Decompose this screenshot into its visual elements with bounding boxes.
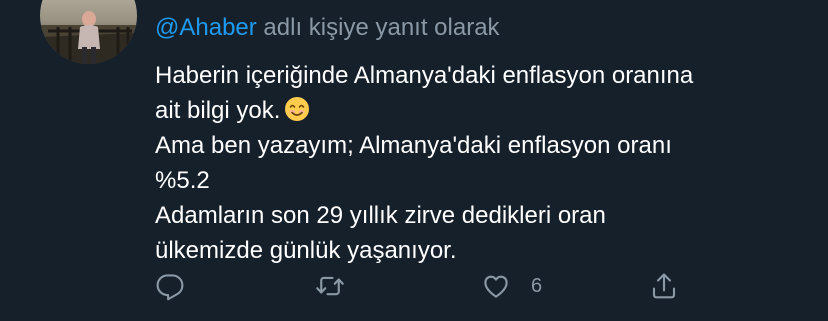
retweet-button[interactable] <box>315 270 345 302</box>
tweet-line: ülkemizde günlük yaşanıyor. <box>155 237 457 264</box>
tweet-line: Adamların son 29 yıllık zirve dedikleri … <box>155 202 606 229</box>
tweet-line: %5.2 <box>155 167 210 194</box>
like-count: 6 <box>531 274 543 297</box>
mention-link[interactable]: @Ahaber <box>155 14 257 41</box>
like-button[interactable]: 6 <box>481 270 542 302</box>
tweet-line-text: ait bilgi yok. <box>155 97 281 124</box>
share-button[interactable] <box>649 270 679 302</box>
smiling-face-emoji-icon <box>284 96 310 122</box>
tweet-line: ait bilgi yok. <box>155 93 805 128</box>
reply-context-label: adlı kişiye yanıt olarak <box>256 14 500 41</box>
tweet-line: Ama ben yazayım; Almanya'daki enflasyon … <box>155 132 672 159</box>
reply-context: @Ahaber adlı kişiye yanıt olarak <box>155 13 500 43</box>
clipped-author-name <box>155 0 162 14</box>
reply-button[interactable] <box>155 270 185 302</box>
avatar[interactable] <box>40 0 137 64</box>
share-icon <box>649 271 679 301</box>
reply-icon <box>155 271 185 301</box>
retweet-icon <box>315 271 345 301</box>
heart-icon <box>481 271 511 301</box>
tweet-line: Haberin içeriğinde Almanya'daki enflasyo… <box>155 62 694 89</box>
tweet-text: Haberin içeriğinde Almanya'daki enflasyo… <box>155 58 805 268</box>
tweet-actions: 6 <box>155 270 685 306</box>
